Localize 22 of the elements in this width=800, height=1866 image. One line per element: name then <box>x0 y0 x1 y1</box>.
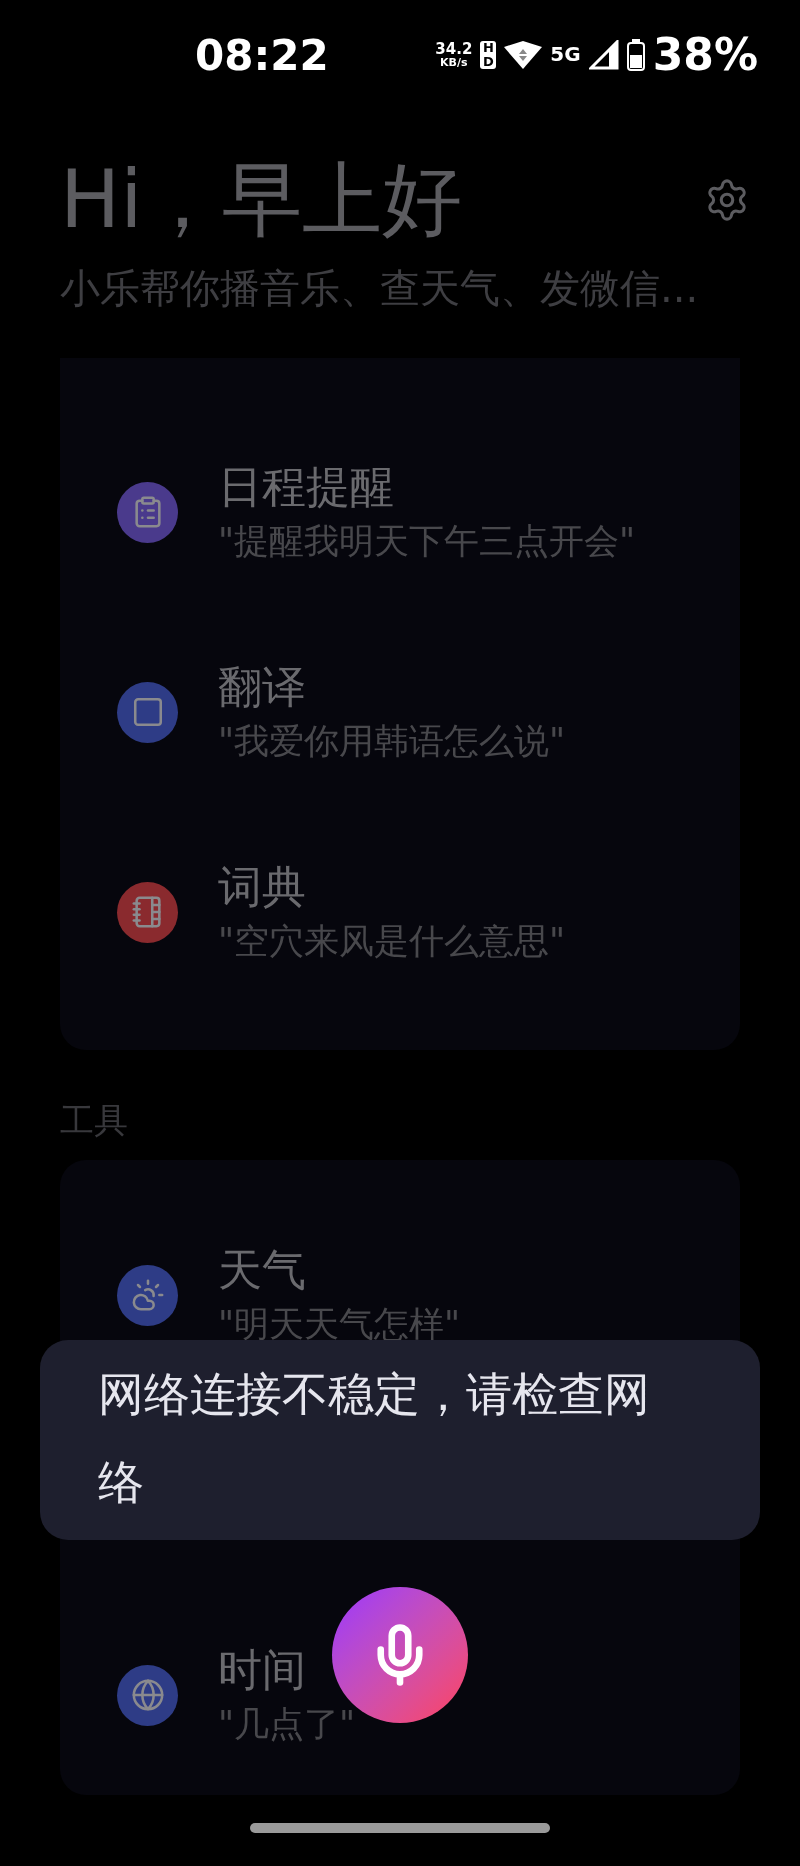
skill-example: "提醒我明天下午三点开会" <box>218 520 636 563</box>
speed-unit: KB/s <box>440 57 468 68</box>
skill-example: "我爱你用韩语怎么说" <box>218 720 566 763</box>
battery-level: 38% <box>652 33 758 77</box>
skill-title: 日程提醒 <box>218 460 395 514</box>
network-type: 5G <box>550 41 581 68</box>
section-label: 工具 <box>59 1099 129 1142</box>
skill-example: "空穴来风是什么意思" <box>218 920 566 963</box>
hd-indicator: HD <box>480 41 497 69</box>
toast-message: 网络连接不稳定，请检查网络 <box>40 1340 760 1540</box>
network-speed: 34.2 <box>435 42 473 57</box>
status-time: 08:22 <box>195 29 329 82</box>
skill-title: 翻译 <box>218 660 307 714</box>
skill-example: "几点了" <box>218 1703 356 1746</box>
greeting-subtitle: 小乐帮你播音乐、查天气、发微信... <box>60 264 700 313</box>
skill-title: 词典 <box>218 860 307 914</box>
wifi-icon <box>504 41 543 69</box>
battery-icon <box>626 39 645 71</box>
greeting-title: Hi，早上好 <box>60 160 463 240</box>
skill-title: 天气 <box>218 1243 307 1297</box>
signal-icon <box>588 40 619 70</box>
skill-title: 时间 <box>218 1643 307 1697</box>
